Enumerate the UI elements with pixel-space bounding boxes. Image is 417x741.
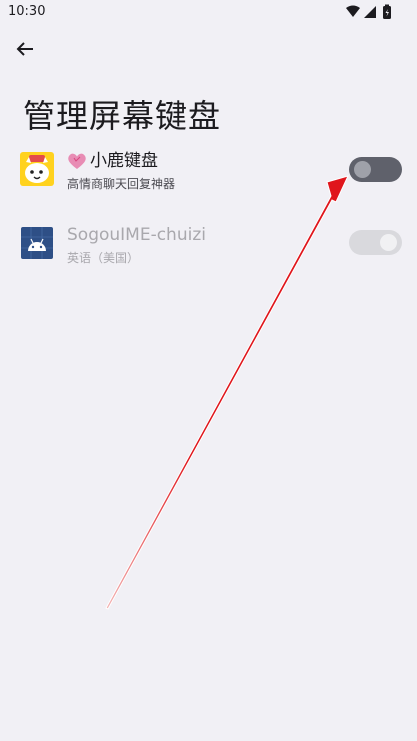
keyboard-toggle-xiaolu[interactable]: [349, 157, 402, 182]
keyboard-item-text: 小鹿键盘 高情商聊天回复神器: [67, 150, 175, 192]
keyboard-subtitle: 英语（美国）: [67, 251, 140, 265]
keyboard-item-text: SogouIME-chuizi 英语（美国）: [67, 224, 206, 266]
keyboard-name: 小鹿键盘: [90, 151, 158, 171]
status-time: 10:30: [8, 4, 46, 19]
keyboard-subtitle: 高情商聊天回复神器: [67, 177, 176, 191]
keyboard-item-xiaolu[interactable]: 小鹿键盘 高情商聊天回复神器: [0, 146, 417, 200]
toggle-knob: [380, 234, 397, 251]
battery-icon: [383, 4, 391, 19]
keyboard-toggle-sogou: [349, 230, 402, 255]
page-title: 管理屏幕键盘: [23, 97, 222, 136]
heart-icon: [68, 153, 86, 169]
deer-keyboard-icon: [20, 152, 54, 186]
back-arrow-icon: [16, 42, 33, 56]
back-button[interactable]: [12, 36, 40, 64]
status-bar: 10:30: [0, 0, 417, 26]
wifi-icon: [346, 5, 360, 17]
status-icons: [346, 4, 391, 19]
toggle-knob: [354, 161, 371, 178]
keyboard-name: SogouIME-chuizi: [67, 225, 206, 245]
keyboard-item-sogou: SogouIME-chuizi 英语（美国）: [0, 220, 417, 270]
android-icon: [21, 227, 53, 259]
signal-icon: [364, 6, 376, 18]
